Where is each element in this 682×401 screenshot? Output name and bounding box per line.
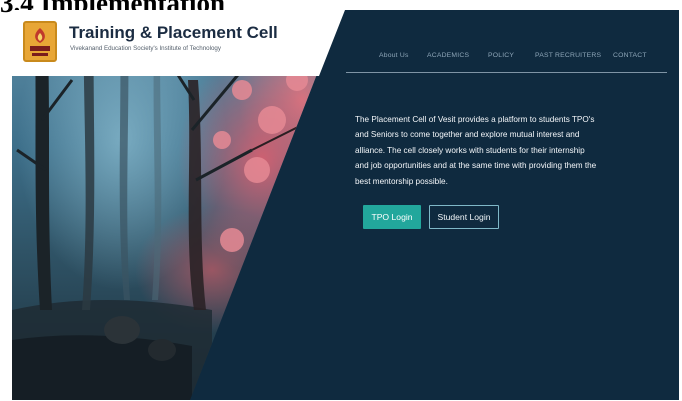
site-header: Training & Placement Cell Vivekanand Edu… <box>12 10 345 76</box>
institute-logo[interactable] <box>23 21 57 62</box>
intro-text: The Placement Cell of Vesit provides a p… <box>355 115 597 186</box>
flame-logo-icon <box>30 28 50 56</box>
nav-policy[interactable]: POLICY <box>488 52 514 59</box>
nav-past-recruiters[interactable]: PAST RECRUITERS <box>535 52 601 59</box>
website-screenshot: Training & Placement Cell Vivekanand Edu… <box>12 10 679 400</box>
nav-academics[interactable]: ACADEMICS <box>427 52 469 59</box>
site-title: Training & Placement Cell <box>69 23 278 42</box>
nav-about-us[interactable]: About Us <box>379 52 409 59</box>
tpo-login-button[interactable]: TPO Login <box>363 205 421 229</box>
student-login-button[interactable]: Student Login <box>429 205 499 229</box>
nav-divider <box>346 72 667 73</box>
nav-contact[interactable]: CONTACT <box>613 52 647 59</box>
site-subtitle: Vivekanand Education Society's Institute… <box>70 45 221 52</box>
